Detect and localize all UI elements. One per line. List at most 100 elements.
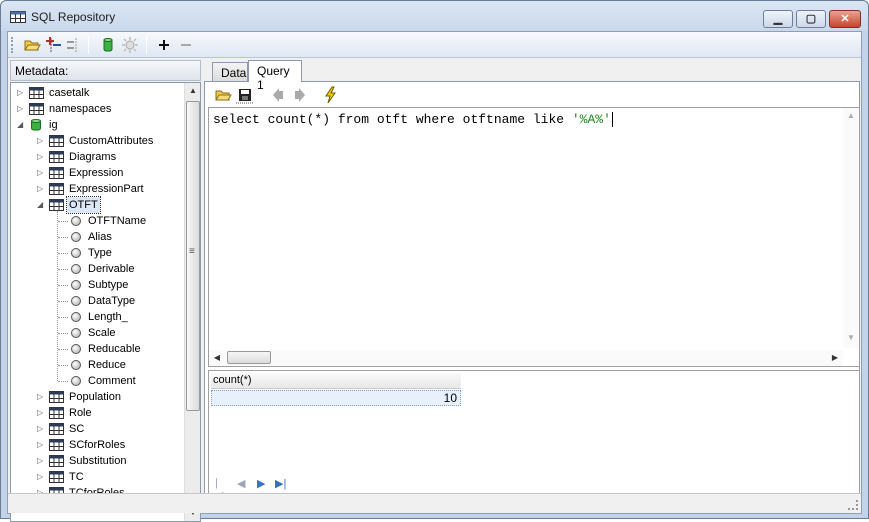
tree-item-label: ig <box>49 119 58 131</box>
sql-editor[interactable]: select count(*) from otft where otftname… <box>208 107 860 367</box>
tree-item-column[interactable]: Alias <box>11 229 183 245</box>
add-connection-icon[interactable] <box>44 35 64 55</box>
expand-arrow-icon[interactable]: ▷ <box>37 185 45 193</box>
window-title: SQL Repository <box>31 10 116 24</box>
tree-item-diagrams[interactable]: ▷ Diagrams <box>11 149 183 165</box>
scroll-down-icon[interactable]: ▼ <box>843 330 859 346</box>
tree-item-population[interactable]: ▷ Population <box>11 389 183 405</box>
client-area: Metadata: ▲ ▼ ▷ casetalk ▷ namespaces ◢ ig ▷ Cu… <box>7 31 862 522</box>
tree-guide-line <box>58 285 68 286</box>
horizontal-scroll-thumb[interactable] <box>227 351 271 364</box>
tree-item-column[interactable]: OTFTName <box>11 213 183 229</box>
grid-column-header[interactable]: count(*) <box>211 373 461 389</box>
tree-item-otft[interactable]: ◢ OTFT <box>11 196 183 214</box>
expand-arrow-icon[interactable]: ▷ <box>37 153 45 161</box>
tree-item-column[interactable]: Reduce <box>11 357 183 373</box>
expand-arrow-icon[interactable]: ▷ <box>37 409 45 417</box>
results-grid[interactable]: count(*) 10 |◀ ◀ ▶ ▶| <box>208 370 860 502</box>
next-record-icon[interactable]: ▶ <box>257 477 265 490</box>
scroll-left-icon[interactable]: ◀ <box>209 350 225 366</box>
tree-item-label: DataType <box>88 295 136 307</box>
tree-item-label: Diagrams <box>69 151 117 163</box>
maximize-button[interactable]: ▢ <box>796 10 826 28</box>
remove-connection-icon[interactable] <box>64 35 84 55</box>
expand-arrow-icon[interactable]: ▷ <box>37 441 45 449</box>
expand-arrow-icon[interactable]: ▷ <box>37 457 45 465</box>
expand-arrow-icon[interactable]: ▷ <box>37 425 45 433</box>
previous-record-icon[interactable]: ◀ <box>237 477 245 490</box>
close-button[interactable]: ✕ <box>829 10 861 28</box>
expand-arrow-icon[interactable]: ▷ <box>17 105 25 113</box>
expand-arrow-icon[interactable]: ▷ <box>37 169 45 177</box>
tree-item-column[interactable]: Comment <box>11 373 183 389</box>
save-icon[interactable] <box>235 85 255 105</box>
main-toolbar <box>8 32 861 58</box>
open-folder-icon[interactable] <box>213 85 233 105</box>
tree-item-expressionpart[interactable]: ▷ ExpressionPart <box>11 181 183 197</box>
tree-item-label: Reduce <box>88 359 126 371</box>
column-icon <box>71 232 81 242</box>
tree-item-column[interactable]: Reducable <box>11 341 183 357</box>
minimize-icon: ▁ <box>773 13 783 25</box>
forward-arrow-icon[interactable] <box>289 85 309 105</box>
tree-item-column[interactable]: Scale <box>11 325 183 341</box>
resize-grip[interactable] <box>848 500 858 510</box>
toolbar-grip[interactable] <box>11 37 14 53</box>
collapse-arrow-icon[interactable]: ◢ <box>37 201 45 209</box>
metadata-tree[interactable]: ▲ ▼ ▷ casetalk ▷ namespaces ◢ ig ▷ CustomAttrib… <box>10 82 201 522</box>
tree-item-customattributes[interactable]: ▷ CustomAttributes <box>11 133 183 149</box>
metadata-header: Metadata: <box>10 60 201 81</box>
minus-icon[interactable] <box>176 35 196 55</box>
editor-vertical-scrollbar[interactable]: ▲ ▼ <box>843 108 859 348</box>
tree-item-column[interactable]: Type <box>11 245 183 261</box>
database-icon[interactable] <box>98 35 118 55</box>
tree-item-tc[interactable]: ▷ TC <box>11 469 183 485</box>
tree-item-label: Expression <box>69 167 124 179</box>
scroll-right-icon[interactable]: ▶ <box>827 350 843 366</box>
expand-arrow-icon[interactable]: ▷ <box>37 137 45 145</box>
tree-item-expression[interactable]: ▷ Expression <box>11 165 183 181</box>
expand-arrow-icon[interactable]: ▷ <box>37 473 45 481</box>
table-icon <box>49 183 64 195</box>
collapse-arrow-icon[interactable]: ◢ <box>17 121 25 129</box>
minimize-button[interactable]: ▁ <box>763 10 793 28</box>
tree-item-ig[interactable]: ◢ ig <box>11 117 183 133</box>
table-icon <box>49 407 64 419</box>
tree-guide-line <box>58 333 68 334</box>
column-icon <box>71 328 81 338</box>
tree-item-label: Type <box>88 247 112 259</box>
tree-item-scforroles[interactable]: ▷ SCforRoles <box>11 437 183 453</box>
tree-item-column[interactable]: Derivable <box>11 261 183 277</box>
splitter-grip[interactable]: ≡ <box>189 247 197 260</box>
plus-icon[interactable] <box>154 35 174 55</box>
scroll-up-icon[interactable]: ▲ <box>185 83 200 99</box>
expand-arrow-icon[interactable]: ▷ <box>17 89 25 97</box>
scroll-up-icon[interactable]: ▲ <box>843 108 859 124</box>
tree-item-casetalk[interactable]: ▷ casetalk <box>11 85 183 101</box>
tree-item-label: OTFT <box>66 196 101 214</box>
editor-horizontal-scrollbar[interactable]: ◀ ▶ <box>209 350 843 366</box>
tree-item-label: Scale <box>88 327 116 339</box>
tree-item-sc[interactable]: ▷ SC <box>11 421 183 437</box>
last-record-icon[interactable]: ▶| <box>275 477 286 490</box>
tree-item-label: namespaces <box>49 103 112 115</box>
tree-item-column[interactable]: DataType <box>11 293 183 309</box>
sql-text[interactable]: select count(*) from otft where otftname… <box>213 112 613 127</box>
tree-item-label: OTFTName <box>88 215 147 227</box>
grid-cell[interactable]: 10 <box>211 390 461 406</box>
open-folder-icon[interactable] <box>22 35 42 55</box>
title-bar[interactable]: SQL Repository ▁ ▢ ✕ <box>1 1 868 31</box>
tree-item-column[interactable]: Subtype <box>11 277 183 293</box>
tab-query-1[interactable]: Query 1 <box>248 60 302 92</box>
tree-item-column[interactable]: Length_ <box>11 309 183 325</box>
tree-item-label: Length_ <box>88 311 128 323</box>
back-arrow-icon[interactable] <box>269 85 289 105</box>
tree-item-namespaces[interactable]: ▷ namespaces <box>11 101 183 117</box>
settings-icon[interactable] <box>120 35 140 55</box>
tree-item-substitution[interactable]: ▷ Substitution <box>11 453 183 469</box>
tree-item-role[interactable]: ▷ Role <box>11 405 183 421</box>
tab-data[interactable]: Data <box>212 62 248 81</box>
tree-vertical-scrollbar[interactable]: ▲ ▼ <box>184 83 200 521</box>
expand-arrow-icon[interactable]: ▷ <box>37 393 45 401</box>
execute-lightning-icon[interactable] <box>321 85 341 105</box>
